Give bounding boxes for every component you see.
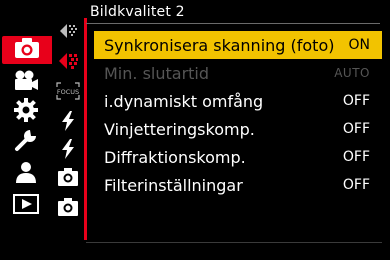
bottom-divider <box>86 242 382 243</box>
sub-tab-others-2[interactable] <box>52 196 84 222</box>
title-underline <box>86 23 380 24</box>
page-title: Bildkvalitet 2 <box>90 4 185 20</box>
menu-item-label: Diffraktionskomp. <box>104 147 246 167</box>
quality-icon <box>57 51 79 75</box>
menu-item-label: Filterinställningar <box>104 175 243 195</box>
category-tab-playback[interactable] <box>4 192 48 220</box>
menu-item-label: Vinjetteringskomp. <box>104 119 255 139</box>
focus-icon: FOCUS <box>56 82 80 104</box>
sub-tab-image-quality-2[interactable] <box>52 50 84 76</box>
menu-item-value: AUTO <box>334 66 370 80</box>
playback-icon <box>13 194 39 218</box>
camera-menu-screen: FOCUS Bildkvalitet 2 Synkronisera skanni… <box>0 0 390 260</box>
menu-item-label: Synkronisera skanning (foto) <box>104 35 335 55</box>
category-tab-my-menu[interactable] <box>4 160 48 188</box>
menu-item-value: OFF <box>342 121 370 137</box>
sub-tab-flash-2[interactable] <box>52 138 84 164</box>
menu-item-value: OFF <box>342 149 370 165</box>
menu-item-label: i.dynamiskt omfång <box>104 91 264 111</box>
menu-item-value: OFF <box>342 93 370 109</box>
sub-tab-column: FOCUS <box>52 0 84 260</box>
menu-item-diffraction-comp[interactable]: Diffraktionskomp. OFF <box>94 143 382 171</box>
category-tab-video[interactable] <box>4 68 48 96</box>
camera-settings-icon <box>57 166 79 192</box>
category-tab-setup[interactable] <box>4 128 48 156</box>
category-tab-custom[interactable] <box>4 98 48 126</box>
menu-item-vignetting-comp[interactable]: Vinjetteringskomp. OFF <box>94 115 382 143</box>
sub-tab-flash-1[interactable] <box>52 110 84 136</box>
sub-tab-others-1[interactable] <box>52 166 84 192</box>
quality-icon <box>58 22 78 44</box>
menu-item-value: ON <box>348 37 371 53</box>
menu-item-value: OFF <box>342 177 370 193</box>
menu-item-label: Min. slutartid <box>104 63 210 83</box>
camera-icon <box>14 37 40 63</box>
sub-tab-image-quality-1[interactable] <box>52 20 84 46</box>
camera-settings-icon <box>57 196 79 222</box>
gear-icon <box>14 98 38 126</box>
category-tab-photo[interactable] <box>2 36 52 64</box>
menu-item-sync-scan[interactable]: Synkronisera skanning (foto) ON <box>94 31 382 59</box>
movie-camera-icon <box>13 69 39 95</box>
sub-tab-focus[interactable]: FOCUS <box>52 80 84 106</box>
person-icon <box>14 160 38 188</box>
flash-icon <box>60 111 76 135</box>
menu-divider <box>84 18 87 240</box>
flash-icon <box>60 139 76 163</box>
wrench-icon <box>14 128 38 156</box>
svg-text:FOCUS: FOCUS <box>57 88 79 96</box>
menu-item-min-shutter: Min. slutartid AUTO <box>94 59 382 87</box>
menu-item-filter-settings[interactable]: Filterinställningar OFF <box>94 171 382 199</box>
category-tab-column <box>0 0 52 260</box>
menu-item-i-dynamic-range[interactable]: i.dynamiskt omfång OFF <box>94 87 382 115</box>
